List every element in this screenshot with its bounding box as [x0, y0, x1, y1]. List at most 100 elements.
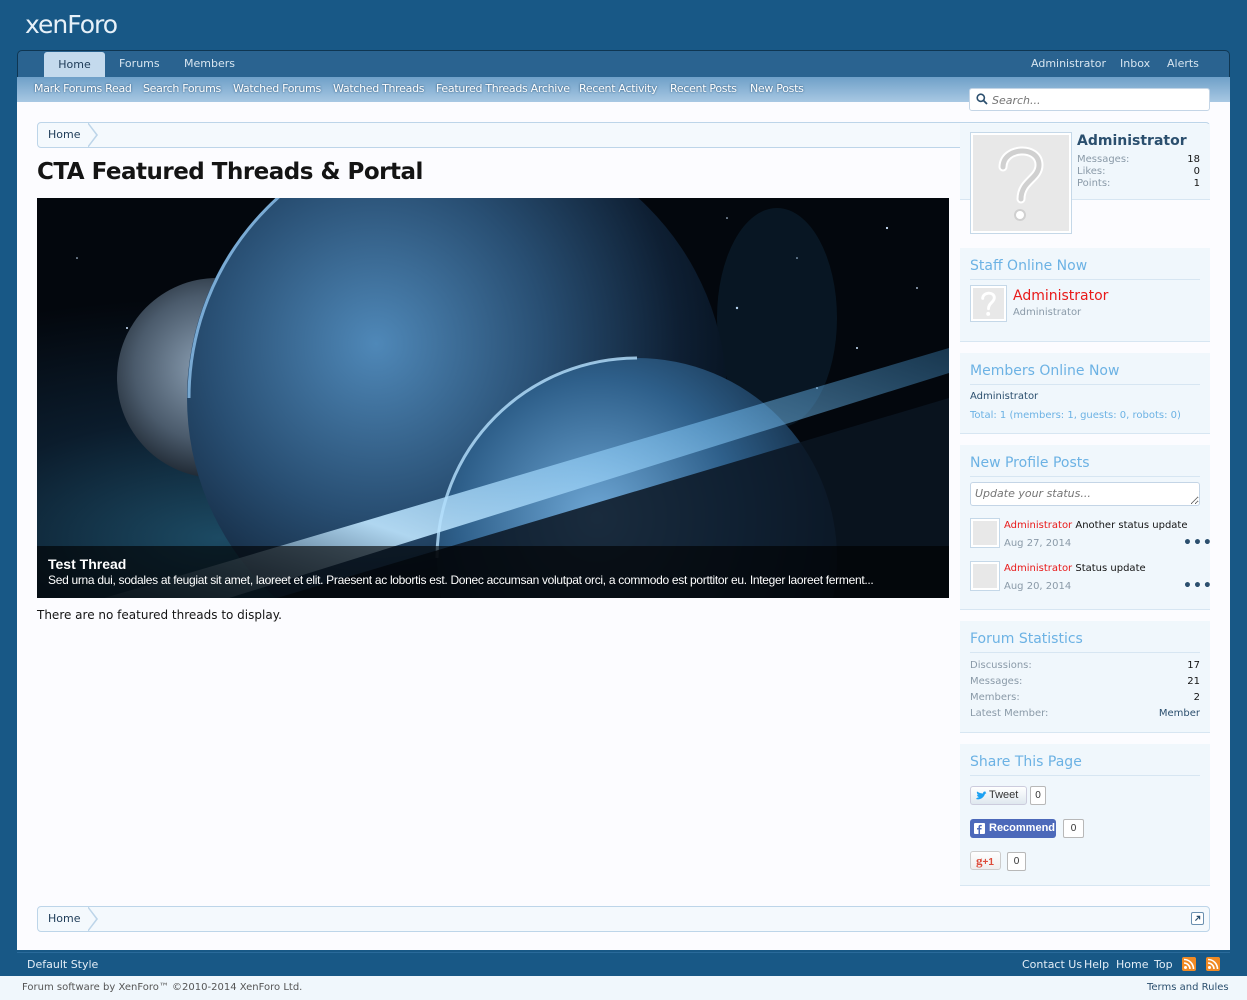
breadcrumb-arrow-inner [87, 907, 96, 931]
staff-online-heading[interactable]: Staff Online Now [970, 258, 1087, 274]
footer-top[interactable]: Top [1154, 958, 1173, 971]
footer-contact-us[interactable]: Contact Us [1022, 958, 1082, 971]
stat-label-members: Members: [970, 692, 1020, 703]
subnav-mark-forums-read[interactable]: Mark Forums Read [34, 82, 132, 95]
stat-label-discussions: Discussions: [970, 660, 1032, 671]
space-planet-image [37, 198, 949, 598]
profile-post-1: Administrator Another status update [1004, 520, 1188, 531]
google-plus-button[interactable]: g+1 [970, 851, 1001, 870]
subnav-watched-threads[interactable]: Watched Threads [333, 82, 424, 95]
more-options-icon[interactable]: ••• [1183, 535, 1213, 551]
inbox-label: Inbox [1120, 57, 1151, 70]
post-author[interactable]: Administrator [1004, 563, 1072, 574]
no-featured-message: There are no featured threads to display… [37, 608, 282, 622]
rss-icon[interactable] [1206, 957, 1220, 971]
featured-slider[interactable]: Test Thread Sed urna dui, sodales at feu… [37, 198, 949, 598]
jump-menu-icon[interactable] [1191, 912, 1204, 925]
gplus-count: 0 [1007, 852, 1026, 871]
logo[interactable]: xenForo [25, 10, 118, 39]
tab-home-label: Home [58, 58, 91, 71]
breadcrumb-home[interactable]: Home [38, 907, 94, 931]
tab-members-label: Members [184, 57, 235, 70]
stat-value-messages: 18 [1187, 154, 1200, 165]
logo-text-xen: xen [25, 10, 68, 39]
stat-value-points: 1 [1193, 178, 1200, 189]
slider-thread-title[interactable]: Test Thread [48, 556, 126, 572]
slider-thread-excerpt: Sed urna dui, sodales at feugiat sit ame… [48, 573, 874, 587]
inbox-link[interactable]: Inbox [1120, 51, 1150, 78]
recommend-label: Recommend [989, 822, 1056, 834]
slider-caption[interactable]: Test Thread Sed urna dui, sodales at feu… [37, 546, 949, 598]
staff-name[interactable]: Administrator [1013, 288, 1108, 304]
stat-label-messages: Messages: [1077, 154, 1130, 165]
tab-home[interactable]: Home [44, 52, 105, 78]
status-update-input[interactable] [970, 482, 1200, 506]
members-online-list[interactable]: Administrator [970, 391, 1038, 402]
forum-stats-heading: Forum Statistics [970, 631, 1083, 647]
subnav-search-forums[interactable]: Search Forums [143, 82, 221, 95]
logo-text-foro: Foro [67, 10, 118, 39]
post-date[interactable]: Aug 20, 2014 [1004, 581, 1071, 592]
heading-divider [970, 279, 1200, 280]
stat-value-members: 2 [1193, 692, 1200, 703]
heading-divider [970, 775, 1200, 776]
tab-members[interactable]: Members [184, 51, 235, 78]
subnav-recent-activity[interactable]: Recent Activity [579, 82, 657, 95]
search-icon [976, 93, 988, 105]
post-date[interactable]: Aug 27, 2014 [1004, 538, 1071, 549]
post-text: Status update [1075, 563, 1146, 574]
breadcrumb-arrow-inner [87, 123, 96, 147]
account-menu[interactable]: Administrator [1031, 51, 1106, 78]
header: xenForo [0, 0, 1247, 50]
alerts-label: Alerts [1167, 57, 1199, 70]
stat-value-discussions: 17 [1187, 660, 1200, 671]
footer-help[interactable]: Help [1084, 958, 1109, 971]
visitor-name[interactable]: Administrator [1077, 133, 1187, 149]
footer-home[interactable]: Home [1116, 958, 1148, 971]
tweet-label: Tweet [989, 789, 1019, 801]
staff-avatar[interactable] [970, 285, 1007, 322]
style-chooser[interactable]: Default Style [27, 958, 98, 971]
post-avatar[interactable] [970, 561, 1000, 591]
post-author[interactable]: Administrator [1004, 520, 1072, 531]
breadcrumb-home[interactable]: Home [38, 123, 94, 147]
facebook-recommend-button[interactable]: Recommend [970, 819, 1056, 838]
copyright-text[interactable]: Forum software by XenForo™ ©2010-2014 Xe… [22, 982, 302, 993]
more-options-icon[interactable]: ••• [1183, 578, 1213, 594]
account-username: Administrator [1031, 57, 1106, 70]
stat-value-messages: 21 [1187, 676, 1200, 687]
subnav-watched-forums[interactable]: Watched Forums [233, 82, 321, 95]
terms-link[interactable]: Terms and Rules [1147, 982, 1229, 993]
members-online-total: Total: 1 (members: 1, guests: 0, robots:… [970, 410, 1181, 421]
visitor-avatar[interactable] [970, 132, 1072, 234]
tweet-button[interactable]: Tweet [970, 786, 1027, 805]
subnav-new-posts[interactable]: New Posts [750, 82, 804, 95]
post-avatar[interactable] [970, 518, 1000, 548]
alerts-link[interactable]: Alerts [1167, 51, 1199, 78]
staff-title: Administrator [1013, 307, 1082, 318]
tweet-count: 0 [1030, 786, 1046, 805]
post-text: Another status update [1075, 520, 1188, 531]
subnav-recent-posts[interactable]: Recent Posts [670, 82, 737, 95]
facebook-icon [974, 823, 985, 834]
rss-icon[interactable] [1182, 957, 1196, 971]
twitter-bird-icon [976, 791, 987, 800]
stat-label-messages: Messages: [970, 676, 1023, 687]
stat-value-likes: 0 [1193, 166, 1200, 177]
members-online-heading[interactable]: Members Online Now [970, 363, 1119, 379]
stat-label-points: Points: [1077, 178, 1111, 189]
heading-divider [970, 476, 1200, 477]
search-input[interactable] [992, 91, 1202, 109]
copyright-bar: Forum software by XenForo™ ©2010-2014 Xe… [0, 976, 1247, 1000]
navigation-bar: Home Forums Members Administrator Inbox … [17, 50, 1230, 78]
stat-label-likes: Likes: [1077, 166, 1106, 177]
latest-member-link[interactable]: Member [1159, 708, 1200, 719]
heading-divider [970, 652, 1200, 653]
tab-forums[interactable]: Forums [119, 51, 160, 78]
subnav-featured-threads-archive[interactable]: Featured Threads Archive [436, 82, 570, 95]
share-heading: Share This Page [970, 754, 1082, 770]
stat-label-latest-member: Latest Member: [970, 708, 1049, 719]
heading-divider [970, 384, 1200, 385]
profile-posts-heading[interactable]: New Profile Posts [970, 455, 1090, 471]
search-box[interactable] [969, 88, 1210, 111]
